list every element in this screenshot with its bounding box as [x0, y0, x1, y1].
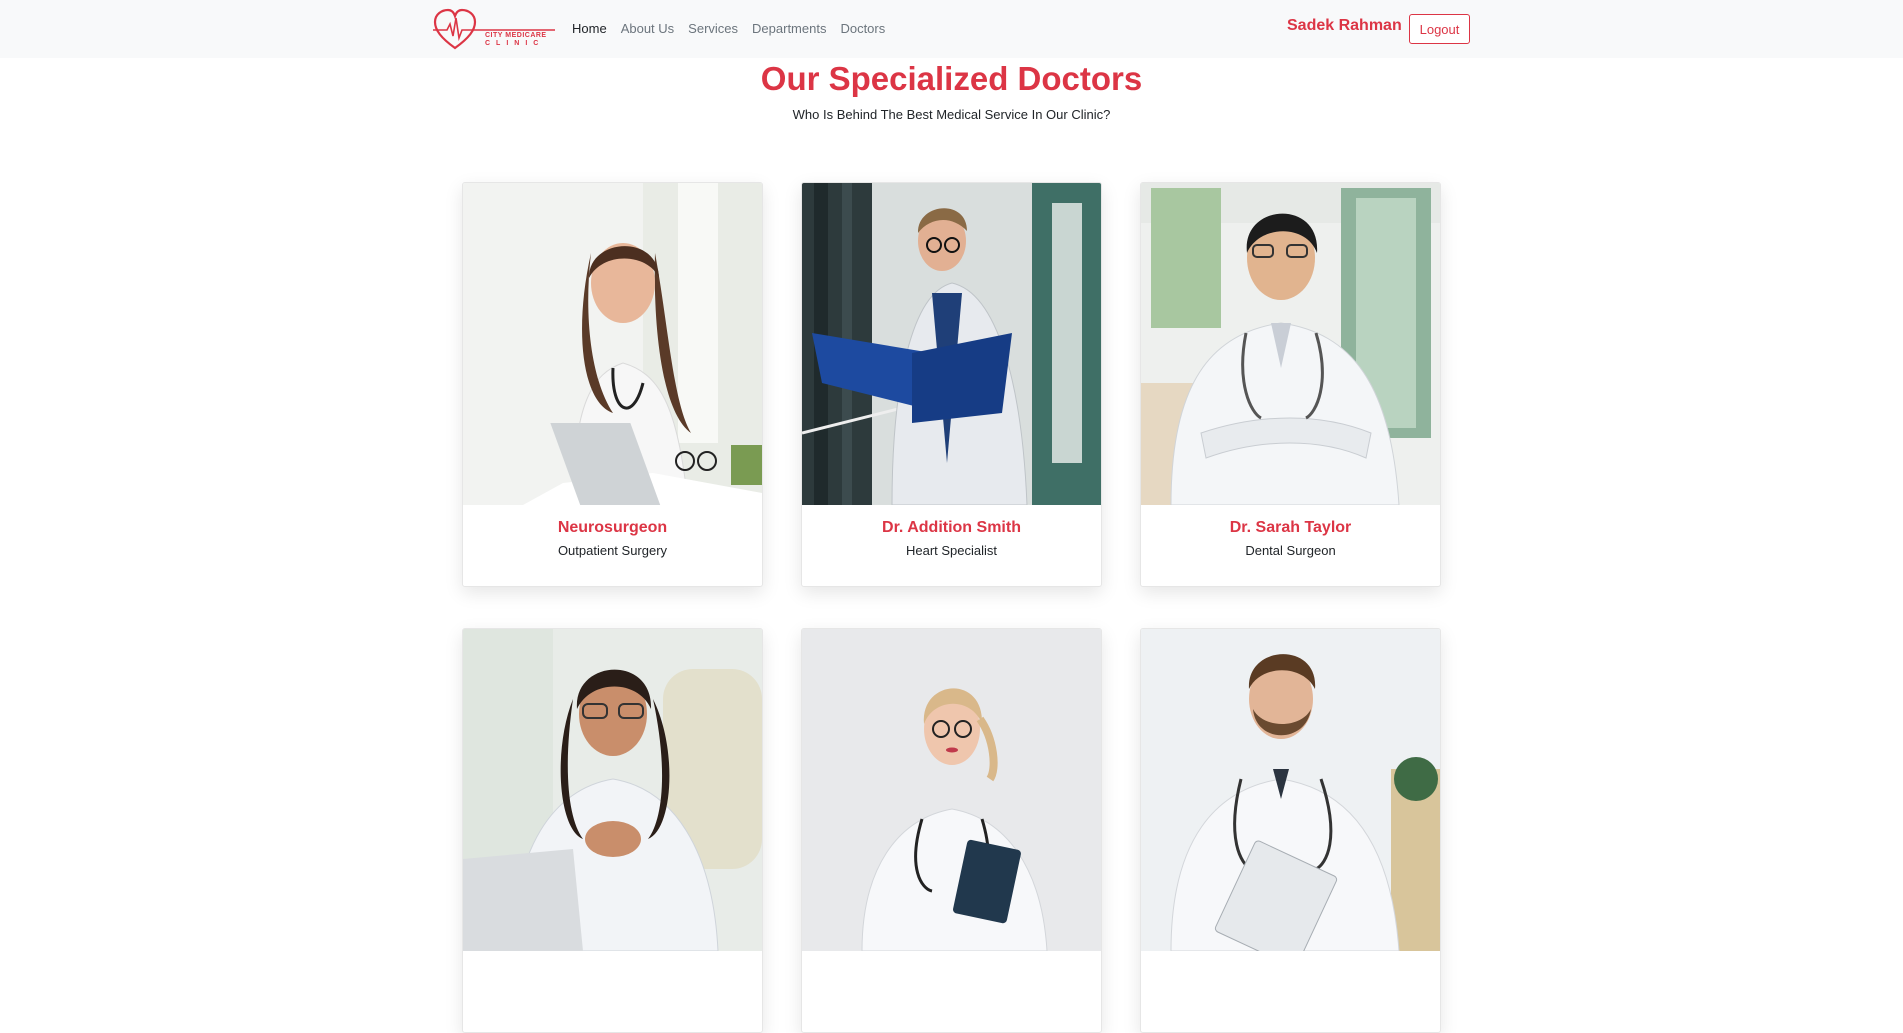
logout-button[interactable]: Logout — [1409, 14, 1470, 44]
doctor-card-body: Dr. Addition Smith Heart Specialist — [802, 505, 1101, 586]
doctor-card[interactable]: Dr. Sarah Taylor Dental Surgeon — [1140, 182, 1441, 587]
doctor-photo-image — [802, 629, 1101, 951]
doctor-card-body: Dr. Sarah Taylor Dental Surgeon — [1141, 505, 1440, 586]
doctor-photo-image — [463, 629, 762, 951]
clinic-logo[interactable]: CITY MEDICARE CLINIC — [433, 8, 555, 52]
doctor-role: Outpatient Surgery — [557, 543, 668, 558]
nav-home[interactable]: Home — [572, 21, 607, 36]
doctor-card-body — [1141, 951, 1440, 1032]
doctor-photo — [463, 629, 762, 951]
doctor-card-body — [802, 951, 1101, 1032]
nav-services[interactable]: Services — [688, 21, 738, 36]
doctor-card-body — [463, 951, 762, 1032]
doctor-role: Heart Specialist — [905, 543, 998, 558]
doctor-photo — [1141, 629, 1440, 951]
doctor-name: Neurosurgeon — [557, 519, 668, 536]
doctor-photo-image — [1141, 183, 1440, 505]
doctor-photo — [1141, 183, 1440, 505]
doctor-name: Dr. Sarah Taylor — [1229, 519, 1352, 536]
page-title: Our Specialized Doctors — [760, 60, 1143, 97]
user-name: Sadek Rahman — [1287, 17, 1402, 34]
doctor-card[interactable]: Neurosurgeon Outpatient Surgery — [462, 182, 763, 587]
logo-line2: CLINIC — [485, 40, 545, 47]
doctor-photo — [802, 183, 1101, 505]
page-subtitle: Who Is Behind The Best Medical Service I… — [792, 107, 1111, 122]
doctor-card[interactable] — [1140, 628, 1441, 1033]
doctor-photo-image — [802, 183, 1101, 505]
nav-links: Home About Us Services Departments Docto… — [572, 21, 899, 36]
doctor-photo — [802, 629, 1101, 951]
doctor-photo — [463, 183, 762, 505]
nav-doctors[interactable]: Doctors — [840, 21, 885, 36]
doctor-photo-image — [1141, 629, 1440, 951]
doctor-card[interactable] — [462, 628, 763, 1033]
doctor-name: Dr. Addition Smith — [882, 519, 1021, 536]
top-navbar: CITY MEDICARE CLINIC Home About Us Servi… — [0, 0, 1903, 58]
doctor-photo-image — [463, 183, 762, 505]
nav-about-us[interactable]: About Us — [621, 21, 674, 36]
doctor-card-body: Neurosurgeon Outpatient Surgery — [463, 505, 762, 586]
nav-departments[interactable]: Departments — [752, 21, 826, 36]
doctor-role: Dental Surgeon — [1245, 543, 1336, 558]
doctor-card[interactable] — [801, 628, 1102, 1033]
doctor-card[interactable]: Dr. Addition Smith Heart Specialist — [801, 182, 1102, 587]
logo-line1: CITY MEDICARE — [485, 32, 547, 39]
